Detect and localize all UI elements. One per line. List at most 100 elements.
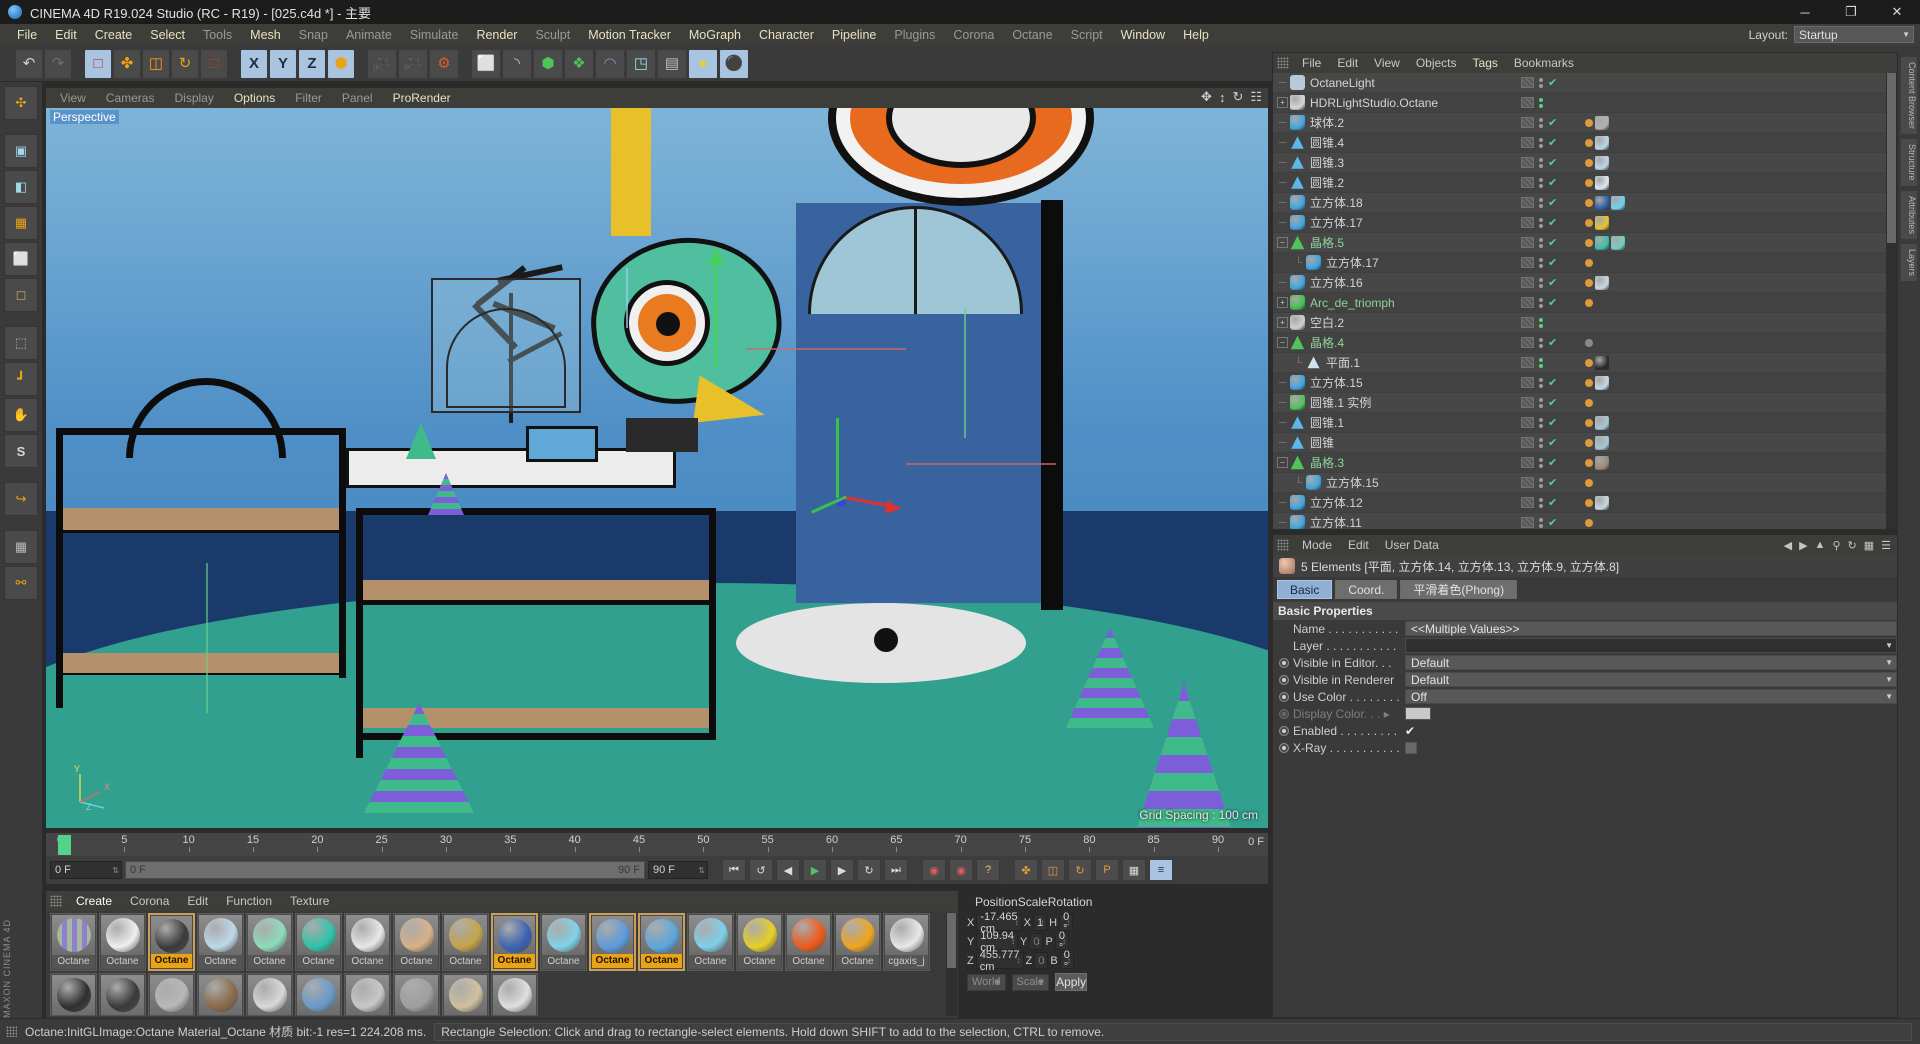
material-tag-icon[interactable] bbox=[1595, 375, 1609, 390]
visibility-toggle-dots[interactable] bbox=[1539, 197, 1543, 208]
dock-tab-attributes[interactable]: Attributes bbox=[1900, 189, 1918, 240]
current-frame-field[interactable]: 0 F ⇅ bbox=[50, 861, 122, 879]
enabled-check-icon[interactable]: ✔ bbox=[1548, 236, 1557, 249]
menu-item-snap[interactable]: Snap bbox=[290, 24, 337, 46]
material-swatch[interactable]: Octane bbox=[344, 973, 391, 1016]
pan-icon[interactable]: ✥ bbox=[1201, 89, 1212, 105]
visibility-dot[interactable] bbox=[1539, 457, 1543, 462]
layer-hatch-icon[interactable] bbox=[1521, 477, 1534, 488]
menu-item-character[interactable]: Character bbox=[750, 24, 823, 46]
select-tool-button[interactable]: □ bbox=[200, 48, 228, 79]
visibility-toggle-dots[interactable] bbox=[1539, 437, 1543, 448]
xray-checkbox[interactable] bbox=[1405, 741, 1417, 754]
search-icon[interactable]: ⚲ bbox=[1832, 539, 1840, 552]
menu-item-mesh[interactable]: Mesh bbox=[241, 24, 290, 46]
point-mode-tool[interactable]: ▣ bbox=[4, 134, 38, 168]
layer-hatch-icon[interactable] bbox=[1521, 497, 1534, 508]
menu-item-select[interactable]: Select bbox=[141, 24, 194, 46]
visibility-toggle-dots[interactable] bbox=[1539, 317, 1543, 328]
visibility-dot[interactable] bbox=[1539, 137, 1543, 142]
octane-tag-icon[interactable] bbox=[1585, 518, 1593, 527]
maximize-button[interactable]: ❐ bbox=[1828, 0, 1874, 24]
layer-hatch-icon[interactable] bbox=[1521, 357, 1534, 368]
rotation-field[interactable]: 0 ° ↕ bbox=[1059, 911, 1074, 935]
material-menu-create[interactable]: Create bbox=[67, 894, 121, 908]
rotate-button[interactable]: ↻ bbox=[171, 48, 199, 79]
visibility-toggle-dots[interactable] bbox=[1539, 337, 1543, 348]
layer-hatch-icon[interactable] bbox=[1521, 297, 1534, 308]
menu-item-script[interactable]: Script bbox=[1062, 24, 1112, 46]
material-swatch[interactable]: Octane bbox=[540, 913, 587, 971]
render-region-button[interactable]: 🎥 bbox=[398, 48, 428, 79]
visibility-toggle-dots[interactable] bbox=[1539, 117, 1543, 128]
menu-item-plugins[interactable]: Plugins bbox=[885, 24, 944, 46]
axis-y-button[interactable]: Y bbox=[269, 48, 297, 79]
redo-button[interactable]: ↷ bbox=[44, 48, 72, 79]
octane-tag-icon[interactable] bbox=[1585, 238, 1593, 247]
workplane-tool[interactable]: ✋ bbox=[4, 398, 38, 432]
visibility-dot[interactable] bbox=[1539, 263, 1543, 268]
spinner-icon-2[interactable]: ⇅ bbox=[698, 866, 705, 875]
material-tag-icon[interactable] bbox=[1595, 415, 1609, 430]
material-swatch[interactable]: Octane bbox=[99, 913, 146, 971]
material-swatch[interactable]: Octane bbox=[295, 973, 342, 1016]
menu-item-motion-tracker[interactable]: Motion Tracker bbox=[579, 24, 680, 46]
material-tag-icon[interactable] bbox=[1595, 495, 1609, 510]
timeline-ruler[interactable]: 051015202530354045505560657075808590 0 F bbox=[46, 832, 1268, 856]
visibility-dot[interactable] bbox=[1539, 203, 1543, 208]
polygon-mode-tool[interactable]: ▦ bbox=[4, 206, 38, 240]
pin-icon[interactable]: ▲ bbox=[1815, 539, 1826, 552]
viewport-menu-prorender[interactable]: ProRender bbox=[383, 91, 461, 105]
collapse-icon[interactable]: − bbox=[1277, 457, 1288, 468]
collapse-icon[interactable]: − bbox=[1277, 337, 1288, 348]
layer-hatch-icon[interactable] bbox=[1521, 257, 1534, 268]
viewport-nav-tool[interactable]: ✣ bbox=[4, 86, 38, 120]
menu-icon[interactable]: ☰ bbox=[1881, 539, 1891, 552]
octane-tag-icon[interactable] bbox=[1585, 378, 1593, 387]
visibility-dot[interactable] bbox=[1539, 317, 1543, 322]
menu-item-edit[interactable]: Edit bbox=[46, 24, 86, 46]
material-swatch[interactable]: Octane bbox=[736, 913, 783, 971]
menu-item-tools[interactable]: Tools bbox=[194, 24, 241, 46]
layer-hatch-icon[interactable] bbox=[1521, 457, 1534, 468]
model-mode-tool[interactable]: ⬜ bbox=[4, 242, 38, 276]
record-button[interactable]: ◉ bbox=[922, 859, 946, 881]
material-tag-icon[interactable] bbox=[1595, 215, 1609, 230]
param-key-button[interactable]: P bbox=[1095, 859, 1119, 881]
animatable-radio-icon[interactable] bbox=[1279, 691, 1289, 702]
viewport-menu-options[interactable]: Options bbox=[224, 91, 285, 105]
visibility-toggle-dots[interactable] bbox=[1539, 377, 1543, 388]
panel-grip-icon-3[interactable] bbox=[1277, 57, 1289, 69]
orbit-icon[interactable]: ↻ bbox=[1232, 89, 1243, 105]
chevron-down-icon[interactable]: ▼ bbox=[1885, 675, 1893, 684]
expand-icon[interactable]: + bbox=[1277, 317, 1288, 328]
layout-selector[interactable]: Layout: Startup ▼ bbox=[1749, 26, 1914, 43]
spinner-icon[interactable]: ↕ bbox=[1067, 956, 1071, 965]
object-row[interactable]: ─ 圆锥.1 ✔ bbox=[1273, 413, 1897, 433]
play-reverse-button[interactable]: ↺ bbox=[749, 859, 773, 881]
object-row[interactable]: + HDRLightStudio.Octane bbox=[1273, 93, 1897, 113]
animatable-radio-icon[interactable] bbox=[1279, 674, 1289, 685]
layer-hatch-icon[interactable] bbox=[1521, 177, 1534, 188]
menu-item-help[interactable]: Help bbox=[1174, 24, 1218, 46]
material-menu-texture[interactable]: Texture bbox=[281, 894, 338, 908]
enabled-check-icon[interactable]: ✔ bbox=[1548, 216, 1557, 229]
object-row[interactable]: − 晶格.3 ✔ bbox=[1273, 453, 1897, 473]
display-color-swatch[interactable] bbox=[1405, 707, 1431, 720]
visibility-dot[interactable] bbox=[1539, 183, 1543, 188]
viewport-3d-scene[interactable]: Perspective Grid Spacing : 100 cm Y Z X bbox=[46, 108, 1268, 828]
material-swatch[interactable]: Octane bbox=[99, 973, 146, 1016]
attribute-menu-edit[interactable]: Edit bbox=[1340, 538, 1377, 552]
visibility-dot[interactable] bbox=[1539, 297, 1543, 302]
material-swatch[interactable]: Octane bbox=[246, 913, 293, 971]
visibility-dot[interactable] bbox=[1539, 303, 1543, 308]
visibility-dot[interactable] bbox=[1539, 463, 1543, 468]
visibility-dot[interactable] bbox=[1539, 483, 1543, 488]
menu-item-animate[interactable]: Animate bbox=[337, 24, 401, 46]
visibility-toggle-dots[interactable] bbox=[1539, 177, 1543, 188]
spinner-icon[interactable]: ↕ bbox=[1041, 956, 1045, 965]
timeline-button[interactable]: ≡ bbox=[1149, 859, 1173, 881]
material-tag-icon[interactable] bbox=[1595, 195, 1609, 210]
expand-icon[interactable]: + bbox=[1277, 97, 1288, 108]
object-scrollbar[interactable] bbox=[1886, 73, 1897, 529]
